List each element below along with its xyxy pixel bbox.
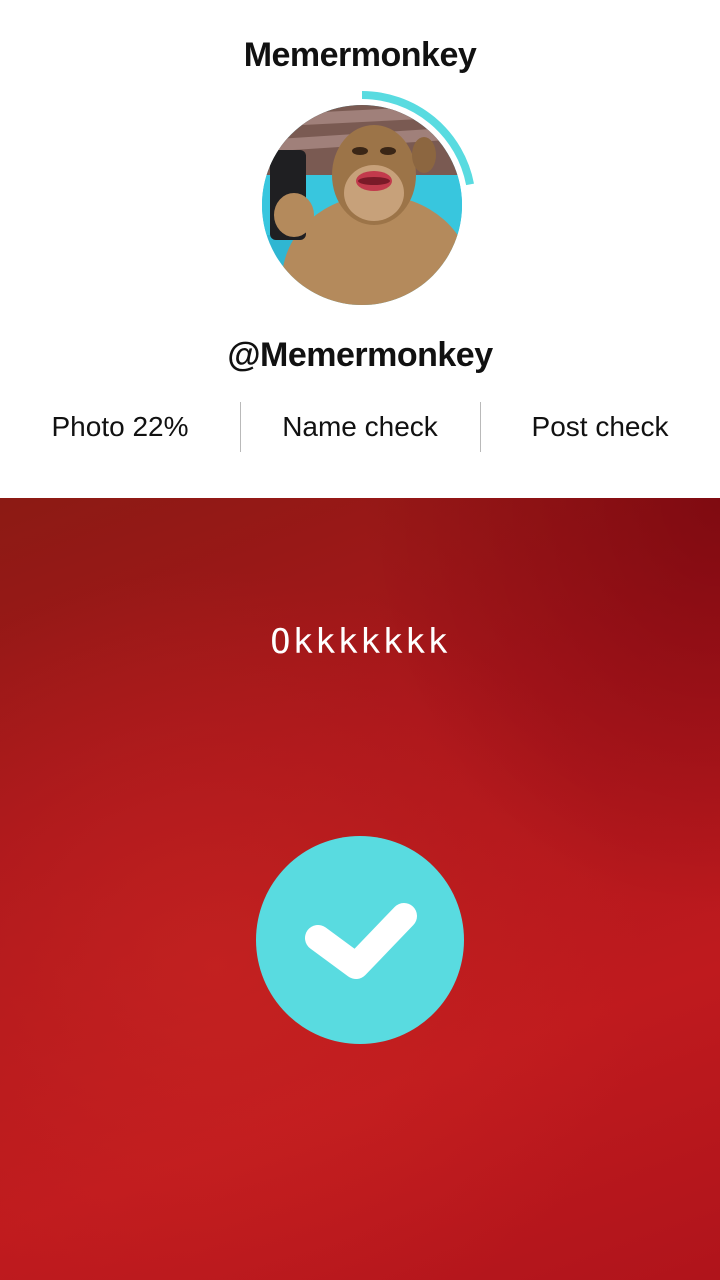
avatar[interactable] [262,105,462,305]
profile-handle: @Memermonkey [227,336,493,374]
post-check: Post check [531,411,669,442]
result-panel: Okkkkkkk [0,498,720,1280]
avatar-image [262,105,462,305]
profile-panel: Memermonkey @Memermonkey Photo 22% Name … [0,0,720,498]
screen: Memermonkey @Memermonkey Photo 22% Name … [0,0,720,1280]
checks-row: Photo 22% Name check Post check [0,402,720,452]
confirm-button[interactable] [256,836,464,1044]
checkmark-icon [305,903,417,979]
photo-check: Photo 22% [51,411,189,442]
result-caption: Okkkkkkk [270,622,450,662]
avatar-container [250,88,480,318]
profile-title: Memermonkey [243,36,477,74]
name-check: Name check [282,411,438,442]
